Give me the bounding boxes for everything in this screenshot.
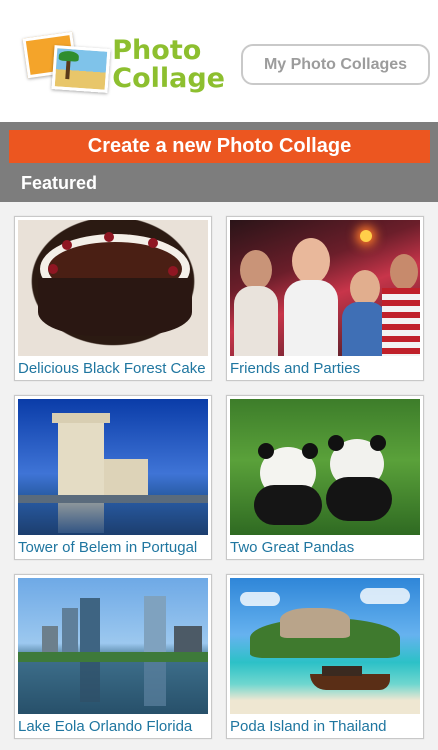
logo-title-line1: Photo [112,35,202,66]
island-thumbnail [230,578,420,714]
featured-card-pandas[interactable]: Two Great Pandas [226,395,424,560]
card-caption: Lake Eola Orlando Florida [18,718,193,735]
card-caption: Tower of Belem in Portugal [18,539,198,556]
my-photo-collages-button[interactable]: My Photo Collages [241,44,430,85]
photo-collage-logo-icon [17,29,111,101]
app-header: Photo Collage My Photo Collages [0,0,438,122]
featured-card-cake[interactable]: Delicious Black Forest Cake [14,216,212,381]
tower-thumbnail [18,399,208,535]
card-caption: Delicious Black Forest Cake [18,360,206,377]
featured-card-lake[interactable]: Lake Eola Orlando Florida [14,574,212,739]
featured-heading: Featured [0,164,438,202]
create-new-collage-button[interactable]: Create a new Photo Collage [9,130,430,163]
cake-thumbnail [18,220,208,356]
featured-card-island[interactable]: Poda Island in Thailand [226,574,424,739]
card-caption: Two Great Pandas [230,539,355,556]
featured-card-tower[interactable]: Tower of Belem in Portugal [14,395,212,560]
logo-title-line2: Collage [112,63,225,94]
card-caption: Friends and Parties [230,360,361,377]
featured-card-party[interactable]: Friends and Parties [226,216,424,381]
app-logo: Photo Collage [17,29,225,101]
card-caption: Poda Island in Thailand [230,718,387,735]
lake-thumbnail [18,578,208,714]
party-thumbnail [230,220,420,356]
pandas-thumbnail [230,399,420,535]
